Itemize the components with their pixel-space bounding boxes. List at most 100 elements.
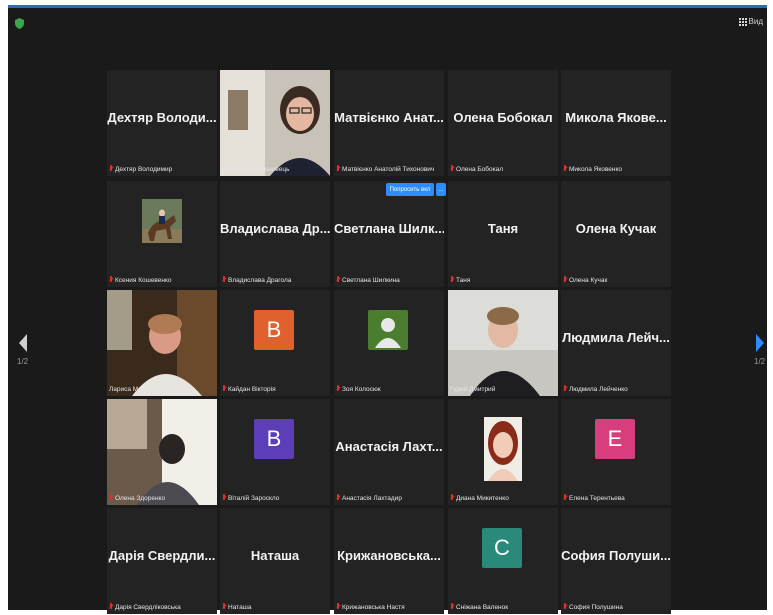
participant-label-text: Олена Бобокал	[456, 165, 504, 173]
participant-tile[interactable]: Светлана Шилк... Светлана Шилкина	[334, 181, 444, 287]
muted-mic-icon	[336, 385, 340, 393]
grid-view-icon	[738, 17, 747, 26]
participant-label-text: Таня	[456, 276, 471, 284]
muted-mic-icon	[450, 603, 454, 611]
participant-label-text: Юлия Коростышевець	[222, 166, 290, 173]
participant-tile[interactable]: Людмила Лейч... Людмила Лейченко	[561, 290, 671, 396]
more-options-button[interactable]: ...	[436, 183, 446, 196]
participant-name-label: Сніжана Валенок	[450, 603, 508, 611]
participant-avatar: E	[595, 419, 635, 459]
participant-name-label: Светлана Шилкина	[336, 276, 400, 284]
participant-name-label: Матвієнко Анатолій Тихонович	[336, 165, 434, 173]
participant-tile[interactable]: Олена Кучак Олена Кучак	[561, 181, 671, 287]
participant-tile[interactable]: C Сніжана Валенок	[448, 508, 558, 614]
previous-page-button[interactable]: 1/2	[17, 334, 28, 366]
participant-display-name: Людмила Лейч...	[562, 330, 670, 345]
muted-mic-icon	[563, 603, 567, 611]
muted-mic-icon	[222, 603, 226, 611]
participant-tile[interactable]: Ксения Кошевенко	[107, 181, 217, 287]
participant-label-text: Віталій Зароскло	[228, 494, 280, 502]
participant-tile[interactable]: Гудей Дмитрий	[448, 290, 558, 396]
participant-label-text: Крижановська Настя	[342, 603, 405, 611]
participant-name-label: Олена Здоренко	[109, 494, 165, 502]
participant-display-name: Светлана Шилк...	[334, 221, 444, 236]
participant-label-text: Анастасія Лахтадир	[342, 494, 402, 502]
next-page-button[interactable]: 1/2	[754, 334, 765, 366]
participant-avatar: B	[254, 419, 294, 459]
muted-mic-icon	[336, 165, 340, 173]
participant-name-label: Микола Яковенко	[563, 165, 622, 173]
participant-display-name: Дехтяр Володи...	[107, 110, 217, 125]
participant-name-label: Кайдан Вікторія	[222, 385, 276, 393]
participant-tile[interactable]: Дарія Свердли... Дарія Свердліковська	[107, 508, 217, 614]
participant-name-label: Зоя Колосюк	[336, 385, 381, 393]
participant-tile[interactable]: Олена Бобокал Олена Бобокал	[448, 70, 558, 176]
participant-name-label: Дехтяр Володимир	[109, 165, 172, 173]
muted-mic-icon	[109, 494, 113, 502]
participant-label-text: Дарія Свердліковська	[115, 603, 181, 611]
participant-tile[interactable]: Таня Таня	[448, 181, 558, 287]
participant-tile[interactable]: Матвієнко Анат... Матвієнко Анатолій Тих…	[334, 70, 444, 176]
arrow-right-icon	[755, 334, 764, 352]
participant-tile[interactable]: Анастасія Лахт... Анастасія Лахтадир	[334, 399, 444, 505]
participant-label-text: Зоя Колосюк	[342, 385, 381, 393]
participant-video	[107, 290, 217, 396]
ask-to-unmute-button[interactable]: Попросить вкл	[386, 183, 434, 196]
participant-display-name: Олена Бобокал	[453, 110, 553, 125]
participant-video	[448, 290, 558, 396]
participant-tile[interactable]: Крижановська... Крижановська Настя	[334, 508, 444, 614]
participant-label-text: Ксения Кошевенко	[115, 276, 172, 284]
participant-tile[interactable]: Олена Здоренко	[107, 399, 217, 505]
horse-rider-photo	[142, 199, 182, 243]
next-page-indicator: 1/2	[754, 357, 766, 366]
participant-label-text: Наташа	[228, 603, 252, 611]
muted-mic-icon	[222, 494, 226, 502]
participant-tile[interactable]: Владислава Др... Владислава Драгола	[220, 181, 330, 287]
participant-label-text: Людмила Лейченко	[569, 385, 628, 393]
view-button[interactable]: Вид	[738, 17, 763, 26]
participant-name-label: Диана Микитенко	[450, 494, 509, 502]
participant-name-label: Олена Кучак	[563, 276, 607, 284]
participant-label-text: София Полушина	[569, 603, 623, 611]
participant-tile[interactable]: E Елена Терентьева	[561, 399, 671, 505]
participant-tile[interactable]: София Полуши... София Полушина	[561, 508, 671, 614]
participant-tile[interactable]: Диана Микитенко	[448, 399, 558, 505]
participant-tile[interactable]: Микола Якове... Микола Яковенко	[561, 70, 671, 176]
shield-icon[interactable]	[15, 18, 24, 29]
participant-label-text: Матвієнко Анатолій Тихонович	[342, 165, 435, 173]
participant-name-label: Наташа	[222, 603, 252, 611]
participant-tile[interactable]: Наташа Наташа	[220, 508, 330, 614]
video-feed	[220, 70, 330, 176]
participant-name-label: Владислава Драгола	[222, 276, 291, 284]
muted-mic-icon	[336, 603, 340, 611]
participant-label-text: Олена Кучак	[569, 276, 608, 284]
participant-tile[interactable]: Дехтяр Володи... Дехтяр Володимир	[107, 70, 217, 176]
participant-tile[interactable]: Зоя Колосюк	[334, 290, 444, 396]
participant-tile[interactable]: Лариса Масенкова	[107, 290, 217, 396]
muted-mic-icon	[563, 385, 567, 393]
participant-name-label: Дарія Свердліковська	[109, 603, 181, 611]
default-user-avatar-icon	[368, 310, 408, 350]
muted-mic-icon	[222, 385, 226, 393]
participant-display-name: Олена Кучак	[575, 221, 657, 236]
participant-name-label: Людмила Лейченко	[563, 385, 628, 393]
participant-tile[interactable]: B Віталій Зароскло	[220, 399, 330, 505]
participant-name-label: Анастасія Лахтадир	[336, 494, 402, 502]
muted-mic-icon	[450, 165, 454, 173]
muted-mic-icon	[563, 165, 567, 173]
participant-label-text: Микола Яковенко	[569, 165, 622, 173]
participant-tile[interactable]: Юлия Коростышевець	[220, 70, 330, 176]
muted-mic-icon	[450, 276, 454, 284]
participant-display-name: Владислава Др...	[220, 221, 330, 236]
video-feed	[107, 399, 217, 505]
participant-display-name: Крижановська...	[337, 548, 441, 563]
participant-name-label: Юлия Коростышевець	[222, 166, 290, 173]
participant-display-name: Анастасія Лахт...	[335, 439, 443, 454]
participant-display-name: Таня	[487, 221, 519, 236]
participant-label-text: Сніжана Валенок	[456, 603, 509, 611]
video-feed	[107, 290, 217, 396]
participant-tile[interactable]: B Кайдан Вікторія	[220, 290, 330, 396]
muted-mic-icon	[109, 603, 113, 611]
participant-label-text: Светлана Шилкина	[342, 276, 400, 284]
participant-label-text: Елена Терентьева	[569, 494, 625, 502]
